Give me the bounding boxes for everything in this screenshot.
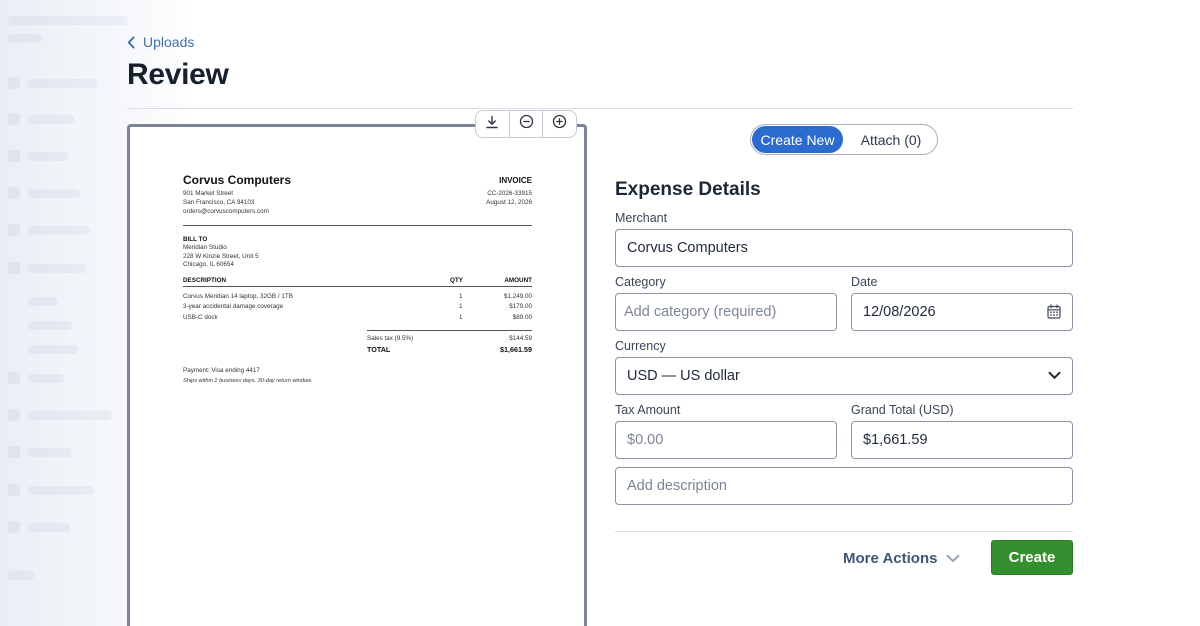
item-description: 3-year accidental damage coverage: [183, 303, 284, 310]
item-amount: $179.00: [509, 303, 532, 310]
zoom-out-icon: [519, 114, 534, 134]
description-input[interactable]: Add description: [615, 467, 1073, 505]
invoice-company: Corvus Computers: [183, 173, 292, 187]
invoice-total-value: $1,661.59: [500, 345, 532, 354]
chevron-down-icon: [1048, 371, 1061, 380]
grand-total-label: Grand Total (USD): [851, 403, 954, 417]
invoice-note: Ships within 2 business days. 30-day ret…: [183, 378, 313, 384]
invoice-rule: [183, 225, 532, 226]
section-title: Expense Details: [615, 179, 761, 200]
invoice-rule: [183, 286, 532, 287]
invoice-col-qty: QTY: [450, 277, 463, 284]
invoice-tax-value: $144.59: [509, 335, 532, 342]
item-amount: $89.00: [512, 314, 532, 321]
invoice-company-address: 901 Market Street San Francisco, CA 9410…: [183, 189, 269, 216]
invoice-billto-line: Meridian Studio: [183, 244, 227, 251]
invoice-billto-heading: BILL TO: [183, 236, 208, 243]
currency-select[interactable]: USD — US dollar: [615, 357, 1073, 395]
back-link-label: Uploads: [143, 34, 195, 50]
chevron-left-icon: [127, 36, 135, 49]
date-input[interactable]: 12/08/2026: [851, 293, 1073, 331]
invoice-payment: Payment: Visa ending 4417: [183, 367, 260, 374]
item-qty: 1: [459, 303, 463, 310]
zoom-out-button[interactable]: [508, 111, 543, 137]
invoice-address-line: orders@corvuscomputers.com: [183, 208, 269, 215]
main-content: Uploads Review Corvus Computers 901 Mark…: [127, 0, 1073, 626]
grand-total-input[interactable]: $1,661.59: [851, 421, 1073, 459]
invoice-total-label: TOTAL: [367, 345, 391, 354]
invoice-rule: [367, 330, 532, 331]
attach-tab[interactable]: Attach (0): [846, 126, 936, 153]
divider: [615, 531, 1073, 532]
download-icon: [485, 115, 499, 134]
divider: [127, 108, 1073, 109]
download-button[interactable]: [476, 111, 509, 137]
item-description: USB-C dock: [183, 314, 218, 321]
calendar-icon[interactable]: [1047, 304, 1061, 319]
category-label: Category: [615, 275, 666, 289]
invoice-line-item: 3-year accidental damage coverage 1 $179…: [183, 303, 532, 313]
item-amount: $1,249.00: [503, 293, 532, 300]
invoice-date: August 12, 2026: [486, 199, 532, 206]
currency-label: Currency: [615, 339, 666, 353]
document-preview[interactable]: Corvus Computers 901 Market Street San F…: [127, 124, 587, 626]
more-actions-label: More Actions: [843, 549, 938, 567]
create-button[interactable]: Create: [991, 540, 1073, 575]
zoom-in-button[interactable]: [542, 111, 576, 137]
page-title: Review: [127, 58, 229, 91]
invoice-billto-line: Chicago, IL 60654: [183, 261, 234, 268]
tax-amount-input[interactable]: $0.00: [615, 421, 837, 459]
item-description: Corvus Meridian 14 laptop, 32GB / 1TB: [183, 293, 293, 300]
date-value: 12/08/2026: [863, 304, 936, 320]
currency-value: USD — US dollar: [627, 368, 740, 384]
zoom-in-icon: [552, 114, 567, 134]
item-qty: 1: [459, 314, 463, 321]
category-input[interactable]: Add category (required): [615, 293, 837, 331]
invoice-number: CC-2026-33915: [487, 190, 532, 197]
merchant-input[interactable]: Corvus Computers: [615, 229, 1073, 267]
invoice-line-item: Corvus Meridian 14 laptop, 32GB / 1TB 1 …: [183, 293, 532, 303]
invoice-line-item: USB-C dock 1 $89.00: [183, 314, 532, 324]
merchant-label: Merchant: [615, 211, 668, 225]
invoice-meta: CC-2026-33915 August 12, 2026: [486, 189, 532, 207]
tax-amount-label: Tax Amount: [615, 403, 681, 417]
invoice-tax-label: Sales tax (9.5%): [367, 335, 414, 342]
invoice-col-description: DESCRIPTION: [183, 277, 227, 284]
chevron-down-icon: [946, 550, 960, 567]
more-actions-button[interactable]: More Actions: [843, 549, 960, 567]
document-toolbar: [475, 110, 577, 138]
create-new-tab[interactable]: Create New: [752, 126, 843, 153]
invoice-address-line: 901 Market Street: [183, 190, 234, 197]
invoice-address-line: San Francisco, CA 94103: [183, 199, 255, 206]
date-label: Date: [851, 275, 878, 289]
back-link[interactable]: Uploads: [127, 33, 194, 51]
item-qty: 1: [459, 293, 463, 300]
invoice-billto: Meridian Studio 228 W Kinzie Street, Uni…: [183, 244, 259, 270]
invoice-label: INVOICE: [499, 176, 532, 185]
create-attach-toggle: Create New Attach (0): [750, 124, 938, 155]
invoice-billto-line: 228 W Kinzie Street, Unit 5: [183, 252, 259, 260]
invoice-col-amount: AMOUNT: [504, 277, 532, 284]
